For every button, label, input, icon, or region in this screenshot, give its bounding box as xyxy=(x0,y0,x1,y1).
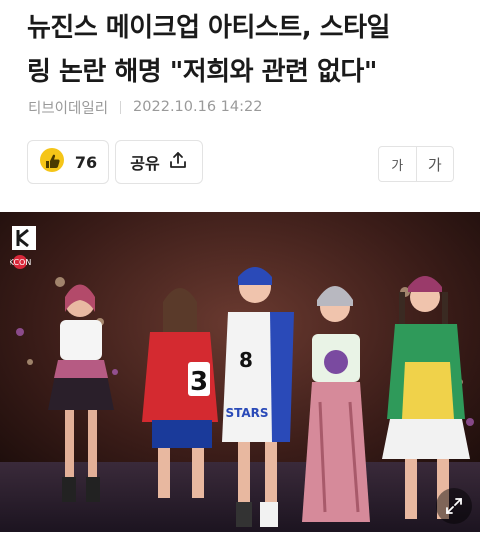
expand-arrows-icon xyxy=(444,496,464,516)
article-meta: 티브이데일리 2022.10.16 14:22 xyxy=(28,96,262,118)
meta-divider xyxy=(120,100,122,114)
jersey-stars-text: STARS xyxy=(225,406,268,420)
share-upload-icon xyxy=(168,150,188,174)
font-size-control: 가 가 xyxy=(378,146,454,182)
share-button[interactable]: 공유 xyxy=(115,140,203,184)
jersey-number-8: 8 xyxy=(239,348,253,372)
jersey-number-3: 3 xyxy=(190,367,208,397)
reaction-count: 76 xyxy=(74,152,98,172)
thumbs-up-emoji-icon xyxy=(39,147,65,177)
publish-datetime: 2022.10.16 14:22 xyxy=(133,99,263,115)
article-photo[interactable]: 3 8 STARS KCON xyxy=(0,212,480,532)
reaction-button[interactable]: 76 xyxy=(27,140,109,184)
kcon-watermark-logo: KCON xyxy=(10,224,40,274)
watermark-text: KCON xyxy=(10,258,31,267)
share-label: 공유 xyxy=(130,154,160,173)
article-title: 뉴진스 메이크업 아티스트, 스타일 링 논란 해명 "저희와 관련 없다" xyxy=(27,6,467,94)
font-size-large-button[interactable]: 가 xyxy=(417,147,454,181)
expand-photo-button[interactable] xyxy=(436,488,472,524)
title-line-1: 뉴진스 메이크업 아티스트, 스타일 xyxy=(27,13,390,43)
font-size-small-button[interactable]: 가 xyxy=(379,147,417,181)
stage-photo-illustration: 3 8 STARS xyxy=(0,212,480,532)
title-line-2: 링 논란 해명 "저희와 관련 없다" xyxy=(27,57,377,87)
publisher-name[interactable]: 티브이데일리 xyxy=(28,97,108,118)
